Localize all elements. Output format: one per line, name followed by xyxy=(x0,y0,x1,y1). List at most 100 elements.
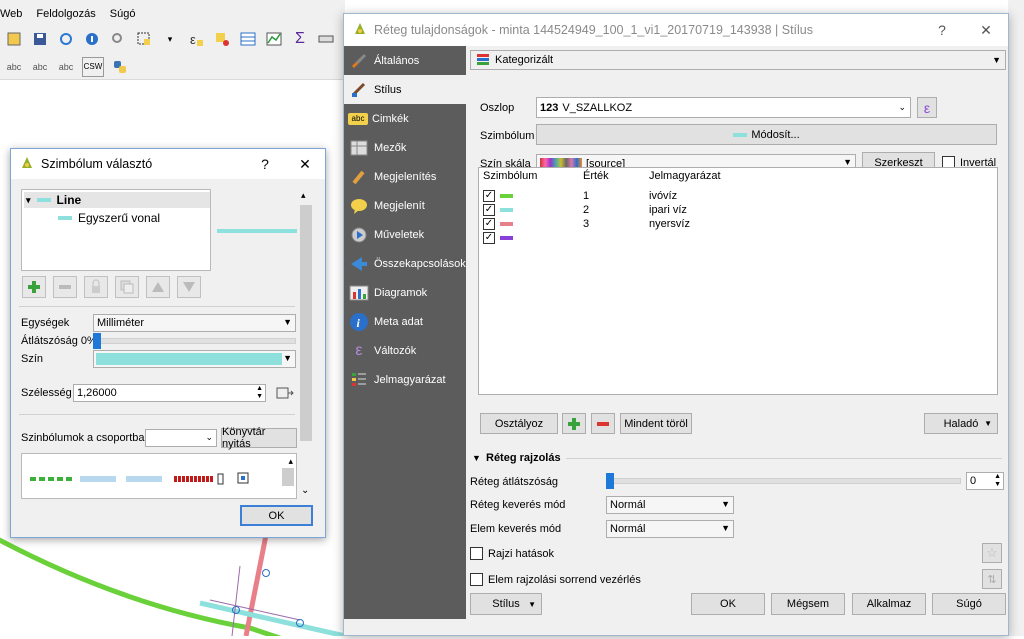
sidebar-item-legend[interactable]: Jelmagyarázat xyxy=(344,365,466,394)
units-combo[interactable]: Milliméter ▼ xyxy=(93,314,296,332)
expression-button[interactable]: ε xyxy=(917,97,937,118)
dialog-scroll-down-icon[interactable]: ⌄ xyxy=(301,485,309,496)
symbol-library-list[interactable]: ▴ xyxy=(21,453,297,499)
deselect-icon[interactable] xyxy=(212,29,232,49)
width-spinbox[interactable]: 1,26000 ▲ ▼ xyxy=(73,384,266,402)
select-rect-icon[interactable] xyxy=(134,29,154,49)
apply-button[interactable]: Alkalmaz xyxy=(852,593,926,615)
select-expression-icon[interactable]: ε xyxy=(186,29,206,49)
tree-root-item[interactable]: ▾ Line xyxy=(24,192,210,208)
collapse-icon[interactable]: ▾ xyxy=(26,195,31,206)
sum-icon[interactable]: Σ xyxy=(290,29,310,49)
sidebar-item-diagrams[interactable]: Diagramok xyxy=(344,278,466,307)
move-down-button[interactable] xyxy=(177,276,201,298)
opacity-slider[interactable] xyxy=(93,338,296,344)
category-checkbox[interactable]: ✓ xyxy=(483,190,495,202)
delete-all-button[interactable]: Mindent töröl xyxy=(620,413,692,434)
category-row[interactable]: ✓ 2 ipari víz xyxy=(479,203,997,217)
python-icon[interactable] xyxy=(110,57,130,77)
remove-layer-button[interactable] xyxy=(53,276,77,298)
layer-dialog-help-button[interactable]: ? xyxy=(920,22,964,38)
header-value[interactable]: Érték xyxy=(583,170,609,182)
feature-blend-combo[interactable]: Normál ▼ xyxy=(606,520,734,538)
classify-button[interactable]: Osztályoz xyxy=(480,413,558,434)
sidebar-item-metadata[interactable]: i Meta adat xyxy=(344,307,466,336)
list-scroll-up-icon[interactable]: ▴ xyxy=(288,456,293,467)
sidebar-item-actions[interactable]: Műveletek xyxy=(344,220,466,249)
category-row[interactable]: ✓ 1 ivóvíz xyxy=(479,189,997,203)
sidebar-item-joins[interactable]: Összekapcsolások xyxy=(344,249,466,278)
remove-category-button[interactable] xyxy=(591,413,615,434)
sidebar-item-fields[interactable]: Mezők xyxy=(344,133,466,162)
save-icon[interactable] xyxy=(30,29,50,49)
cancel-button[interactable]: Mégsem xyxy=(771,593,845,615)
style-menu-button[interactable]: Stílus ▼ xyxy=(470,593,542,615)
measure-icon[interactable] xyxy=(316,29,336,49)
sidebar-item-variables[interactable]: ε Változók xyxy=(344,336,466,365)
add-layer-button[interactable] xyxy=(22,276,46,298)
refresh-icon[interactable] xyxy=(56,29,76,49)
categories-list[interactable]: Szimbólum Érték Jelmagyarázat ✓ 1 ivóvíz… xyxy=(478,167,998,395)
effects-settings-button[interactable]: ☆ xyxy=(982,543,1002,563)
attribute-table-icon[interactable] xyxy=(238,29,258,49)
layer-blend-combo[interactable]: Normál ▼ xyxy=(606,496,734,514)
feature-order-checkbox[interactable] xyxy=(470,573,483,586)
sidebar-item-display[interactable]: Megjelenít xyxy=(344,191,466,220)
menu-web[interactable]: Web xyxy=(0,8,22,20)
field-calc-icon[interactable] xyxy=(264,29,284,49)
menu-processing[interactable]: Feldolgozás xyxy=(36,8,95,20)
csw-icon[interactable]: CSW xyxy=(82,56,104,77)
symbol-layer-tree[interactable]: ▾ Line Egyszerű vonal xyxy=(21,189,211,271)
list-scroll-thumb[interactable] xyxy=(282,468,294,486)
column-combo[interactable]: 123 V_SZALLKOZ ⌄ xyxy=(536,97,911,118)
header-symbol[interactable]: Szimbólum xyxy=(483,170,537,182)
tree-child-item[interactable]: Egyszerű vonal xyxy=(54,210,160,226)
label-tool-icon-2[interactable]: abc xyxy=(30,57,50,77)
help-button[interactable]: Súgó xyxy=(932,593,1006,615)
sidebar-item-general[interactable]: Általános xyxy=(344,46,466,75)
layer-dialog-close-button[interactable]: ✕ xyxy=(964,22,1008,39)
label-tool-icon-1[interactable]: abc xyxy=(4,57,24,77)
menu-help[interactable]: Súgó xyxy=(110,8,136,20)
dropdown-arrow-icon[interactable]: ▾ xyxy=(160,29,180,49)
spin-arrows-icon[interactable]: ▲ ▼ xyxy=(256,385,263,401)
layer-opacity-handle[interactable] xyxy=(606,473,614,489)
layer-opacity-spinbox[interactable]: 0 ▲ ▼ xyxy=(966,472,1004,490)
move-up-button[interactable] xyxy=(146,276,170,298)
ok-button[interactable]: OK xyxy=(691,593,765,615)
color-button[interactable]: ▼ xyxy=(93,350,296,368)
add-category-button[interactable] xyxy=(562,413,586,434)
category-row[interactable]: ✓ 3 nyersvíz xyxy=(479,217,997,231)
open-library-button[interactable]: Könyvtár nyitás xyxy=(221,426,297,450)
layer-opacity-slider[interactable] xyxy=(606,478,961,484)
change-symbol-button[interactable]: Módosít... xyxy=(536,124,997,145)
lock-layer-button[interactable] xyxy=(84,276,108,298)
feature-order-button[interactable]: ⇅ xyxy=(982,569,1002,589)
renderer-combo[interactable]: Kategorizált ▼ xyxy=(470,50,1006,70)
symbol-dialog-help-button[interactable]: ? xyxy=(245,156,285,172)
sidebar-item-rendering[interactable]: Megjelenítés xyxy=(344,162,466,191)
category-swatch[interactable] xyxy=(500,194,513,198)
sidebar-item-labels[interactable]: abc Cimkék xyxy=(344,104,466,133)
rendering-section-title[interactable]: Réteg rajzolás xyxy=(486,452,561,464)
draw-effects-checkbox[interactable] xyxy=(470,547,483,560)
sidebar-item-style[interactable]: Stílus xyxy=(344,75,466,104)
identify-icon[interactable] xyxy=(82,29,102,49)
header-legend[interactable]: Jelmagyarázat xyxy=(649,170,721,182)
category-checkbox[interactable]: ✓ xyxy=(483,218,495,230)
group-combo[interactable]: ⌄ xyxy=(145,429,217,447)
symbol-dialog-close-button[interactable]: ✕ xyxy=(285,156,325,173)
category-row[interactable]: ✓ xyxy=(479,231,997,245)
zoom-select-icon[interactable] xyxy=(108,29,128,49)
scroll-up-icon[interactable]: ▴ xyxy=(301,190,306,201)
scroll-thumb[interactable] xyxy=(300,205,312,441)
spin-arrows-icon[interactable]: ▲ ▼ xyxy=(994,473,1001,489)
category-checkbox[interactable]: ✓ xyxy=(483,204,495,216)
category-checkbox[interactable]: ✓ xyxy=(483,232,495,244)
category-swatch[interactable] xyxy=(500,236,513,240)
advanced-button[interactable]: Haladó ▼ xyxy=(924,413,998,434)
label-tool-icon-3[interactable]: abc xyxy=(56,57,76,77)
collapse-arrow-icon[interactable]: ▼ xyxy=(472,453,481,463)
duplicate-layer-button[interactable] xyxy=(115,276,139,298)
category-swatch[interactable] xyxy=(500,222,513,226)
